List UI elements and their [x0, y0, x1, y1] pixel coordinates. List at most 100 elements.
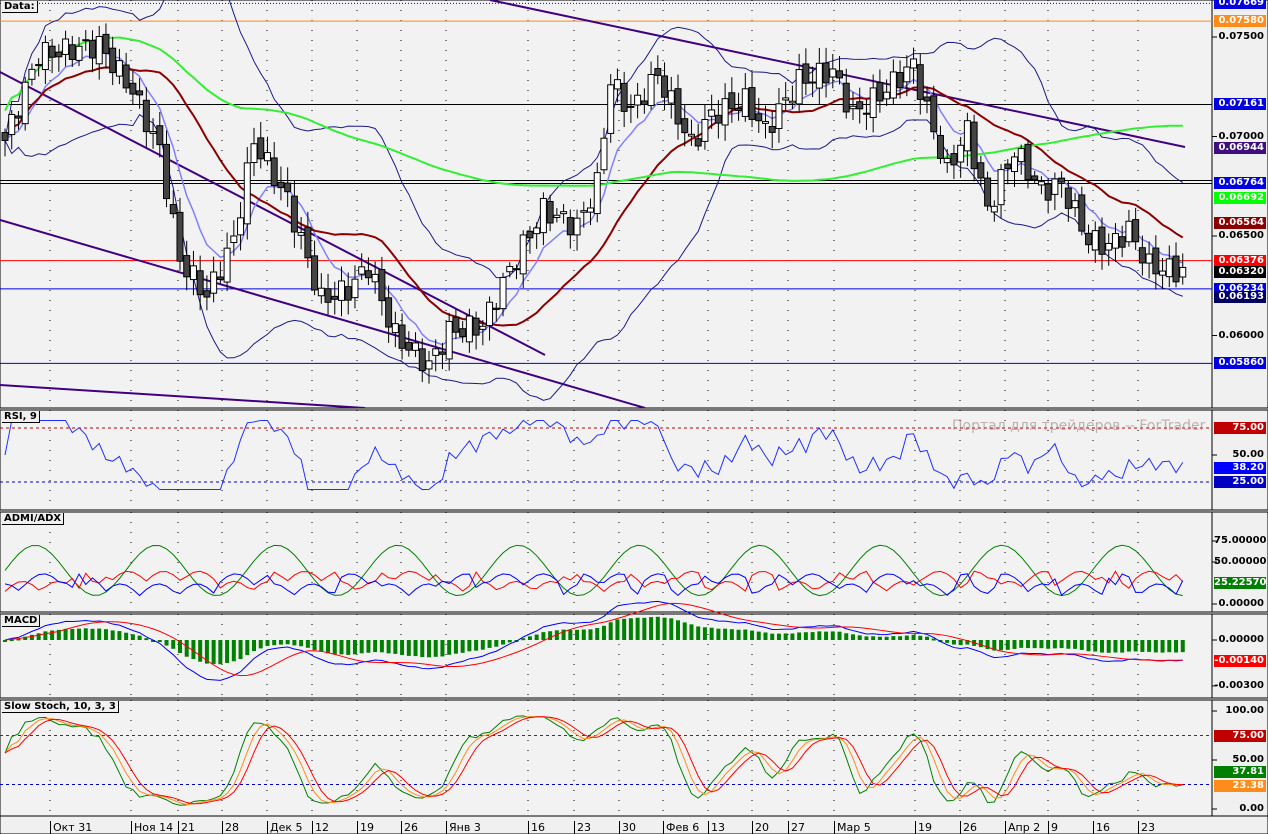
candle-bearish — [257, 137, 265, 160]
candle-bullish — [243, 162, 251, 225]
macd-histogram-bar — [386, 640, 391, 654]
macd-histogram-bar — [904, 635, 909, 640]
price-tag: 25.00 — [1214, 476, 1266, 488]
macd-histogram-bar — [400, 640, 405, 656]
candle-bearish — [344, 286, 352, 301]
candle-bullish — [189, 265, 197, 281]
macd-histogram-bar — [534, 634, 539, 640]
candle-bullish — [903, 66, 911, 83]
candle-bearish — [1132, 219, 1140, 243]
macd-histogram-bar — [1079, 640, 1084, 650]
macd-histogram-bar — [299, 640, 304, 647]
time-axis-label: 16 — [1093, 821, 1110, 834]
macd-histogram-bar — [776, 633, 781, 640]
macd-histogram-bar — [285, 640, 290, 645]
adx-panel-title: ADMI/ADX — [2, 513, 65, 525]
macd-histogram-bar — [978, 640, 983, 648]
macd-histogram-bar — [918, 635, 923, 640]
candle-bullish — [358, 266, 366, 275]
candle-bearish — [916, 64, 924, 100]
macd-histogram-bar — [1153, 640, 1158, 653]
candle-bullish — [317, 287, 325, 297]
macd-histogram-bar — [770, 633, 775, 640]
macd-histogram-bar — [877, 636, 882, 640]
axis-tick-label: 50.00 — [1232, 449, 1264, 460]
candle-bullish — [237, 217, 245, 236]
price-tag: 0.06692 — [1214, 191, 1266, 204]
axis-tick-label: -0.00300 — [1214, 679, 1264, 691]
candle-bullish — [910, 58, 918, 69]
macd-histogram-bar — [911, 634, 916, 640]
macd-histogram-bar — [117, 631, 122, 640]
candle-bullish — [230, 235, 238, 243]
macd-histogram-bar — [460, 640, 465, 653]
macd-histogram-bar — [1113, 640, 1118, 653]
price-tag: 0.06193 — [1214, 291, 1266, 304]
time-axis-label: 12 — [312, 821, 329, 834]
candle-bearish — [735, 107, 743, 111]
candle-bearish — [822, 62, 830, 84]
time-axis-label: 16 — [528, 821, 545, 834]
macd-histogram-bar — [272, 640, 277, 646]
candle-bullish — [115, 60, 123, 77]
adx-panel — [0, 511, 1213, 613]
candle-bullish — [647, 73, 655, 106]
macd-histogram-bar — [137, 635, 142, 640]
candle-bearish — [654, 68, 662, 76]
macd-histogram-bar — [527, 636, 532, 640]
candle-bearish — [1, 132, 9, 141]
macd-histogram-bar — [601, 625, 606, 640]
candle-bearish — [277, 181, 285, 189]
stoch-panel — [0, 699, 1213, 817]
macd-histogram-bar — [433, 640, 438, 657]
macd-histogram-bar — [1086, 640, 1091, 652]
candle-bearish — [728, 92, 736, 110]
candle-bullish — [580, 210, 588, 213]
macd-histogram-bar — [850, 634, 855, 640]
macd-histogram-bar — [891, 636, 896, 640]
macd-histogram-bar — [474, 640, 479, 651]
candle-bearish — [836, 70, 844, 79]
candle-bullish — [687, 133, 695, 137]
candle-bearish — [284, 182, 292, 193]
time-axis-label: 23 — [574, 821, 591, 834]
candle-bearish — [714, 114, 722, 124]
candle-bearish — [950, 153, 958, 166]
candle-bullish — [8, 113, 16, 136]
macd-histogram-bar — [662, 617, 667, 640]
macd-histogram-bar — [682, 622, 687, 640]
candle-bullish — [533, 227, 541, 235]
macd-histogram-bar — [164, 640, 169, 646]
candle-bullish — [634, 94, 642, 106]
candle-bullish — [701, 118, 709, 142]
macd-histogram-bar — [352, 640, 357, 655]
candle-bullish — [432, 348, 440, 356]
macd-histogram-bar — [157, 640, 162, 643]
candle-bearish — [1031, 175, 1039, 181]
candle-bearish — [681, 118, 689, 134]
candle-bullish — [371, 273, 379, 283]
macd-histogram-bar — [366, 640, 371, 653]
candle-bearish — [55, 51, 63, 58]
candle-bullish — [486, 301, 494, 327]
macd-histogram-bar — [763, 632, 768, 640]
macd-histogram-bar — [1059, 640, 1064, 649]
candle-bullish — [963, 120, 971, 152]
macd-histogram-bar — [790, 633, 795, 640]
macd-histogram-bar — [225, 640, 230, 663]
macd-histogram-bar — [1174, 640, 1179, 653]
macd-histogram-bar — [467, 640, 472, 652]
macd-histogram-bar — [521, 638, 526, 641]
macd-histogram-bar — [1126, 640, 1131, 652]
macd-histogram-bar — [305, 640, 310, 648]
trading-chart[interactable] — [0, 0, 1268, 834]
macd-histogram-bar — [810, 632, 815, 640]
macd-histogram-bar — [783, 633, 788, 640]
macd-histogram-bar — [326, 640, 331, 654]
macd-histogram-bar — [945, 640, 950, 643]
candle-bearish — [216, 276, 224, 280]
macd-histogram-bar — [265, 640, 270, 646]
candle-bullish — [28, 68, 36, 80]
candle-bullish — [990, 205, 998, 213]
macd-histogram-bar — [130, 634, 135, 640]
